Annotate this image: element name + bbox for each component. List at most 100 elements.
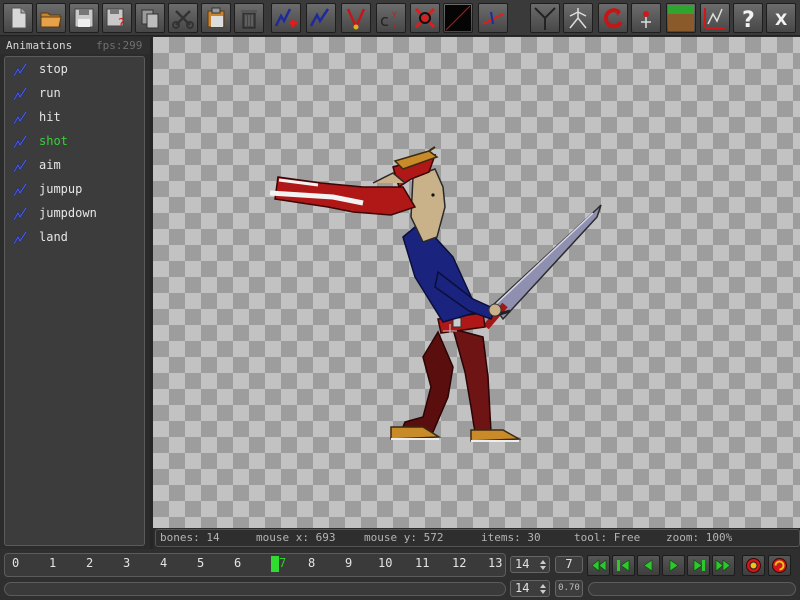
total-frames-spinner[interactable]: 14 (510, 556, 550, 573)
paste-button[interactable] (201, 3, 231, 33)
prev-frame-icon (643, 559, 653, 572)
animations-header: Animations fps:299 (0, 37, 153, 54)
delete-bone-icon (414, 7, 436, 29)
mouse-y-readout: mouse y: 572 (364, 531, 444, 544)
timeline-tick[interactable]: 1 (49, 556, 56, 570)
skeleton-button[interactable] (563, 3, 593, 33)
timeline-tick[interactable]: 8 (308, 556, 315, 570)
animation-item-land[interactable]: land (9, 227, 141, 249)
animation-icon (13, 135, 27, 149)
rewind-start-button[interactable] (587, 555, 610, 576)
black-swatch-icon (445, 5, 471, 31)
current-frame-field[interactable]: 7 (555, 556, 583, 573)
save-button[interactable] (69, 3, 99, 33)
back-leg[interactable] (399, 330, 454, 433)
line-button[interactable] (478, 3, 508, 33)
tile-button[interactable] (666, 3, 696, 33)
fast-forward-icon (715, 559, 731, 572)
spinner-up-icon[interactable] (540, 584, 546, 588)
total-frames-value: 14 (515, 557, 530, 571)
pin-icon (641, 11, 651, 28)
timeline-tick[interactable]: 4 (160, 556, 167, 570)
scissors-icon (172, 10, 194, 29)
editor-canvas[interactable] (153, 37, 800, 528)
close-button[interactable]: X (766, 3, 796, 33)
animation-icon (13, 111, 27, 125)
timeline-tick[interactable]: 6 (234, 556, 241, 570)
skeleton-icon (569, 8, 587, 29)
record-button[interactable] (742, 555, 765, 576)
animation-item-hit[interactable]: hit (9, 107, 141, 129)
prev-key-button[interactable] (612, 555, 635, 576)
character-figure[interactable] (153, 37, 800, 528)
spinner-down-icon[interactable] (540, 566, 546, 570)
rotate-icon (603, 8, 623, 29)
animation-label: jumpdown (39, 206, 97, 220)
add-animation-icon (274, 8, 297, 27)
timeline-tick-current[interactable]: 7 (279, 556, 286, 570)
speed-slider[interactable] (588, 582, 796, 596)
rotate-button[interactable] (598, 3, 628, 33)
fast-forward-button[interactable] (712, 555, 735, 576)
play-button[interactable] (662, 555, 685, 576)
spinner-down-icon[interactable] (540, 590, 546, 594)
paste-icon (207, 7, 225, 28)
animation-icon (309, 8, 330, 27)
svg-text:c: c (380, 11, 389, 30)
graph-button[interactable] (700, 3, 730, 33)
timeline-tick[interactable]: 5 (197, 556, 204, 570)
bone-tool-button[interactable] (341, 3, 371, 33)
front-shoe[interactable] (470, 429, 522, 442)
grass-tile-icon (668, 5, 694, 31)
tool-readout: tool: Free (574, 531, 641, 544)
timeline-scrollbar[interactable] (4, 582, 506, 596)
svg-text:?: ? (742, 8, 755, 32)
playhead[interactable] (271, 556, 279, 572)
timeline-tick[interactable]: 0 (12, 556, 19, 570)
spinner-up-icon[interactable] (540, 560, 546, 564)
timeline-tick[interactable]: 3 (123, 556, 130, 570)
color-button[interactable] (443, 3, 473, 33)
animation-item-jumpdown[interactable]: jumpdown (9, 203, 141, 225)
new-file-button[interactable] (3, 3, 33, 33)
save-as-button[interactable]: ? (102, 3, 132, 33)
animation-label: aim (39, 158, 61, 172)
timeline-tick[interactable]: 12 (452, 556, 466, 570)
speed-field[interactable]: 0.70 (555, 580, 583, 597)
timeline-tick[interactable]: 10 (378, 556, 392, 570)
timeline-tick[interactable]: 9 (345, 556, 352, 570)
animation-label: hit (39, 110, 61, 124)
copy-button[interactable] (135, 3, 165, 33)
pin-button[interactable] (631, 3, 661, 33)
help-button[interactable]: ? (733, 3, 763, 33)
fps-counter: fps:299 (96, 39, 143, 52)
copy-xy-button[interactable]: cyx (376, 3, 406, 33)
delete-bone-button[interactable] (410, 3, 440, 33)
sword[interactable] (483, 204, 602, 330)
next-frame-button[interactable] (687, 555, 710, 576)
length-spinner[interactable]: 14 (510, 580, 550, 597)
animation-item-run[interactable]: run (9, 83, 141, 105)
loop-button[interactable] (768, 555, 791, 576)
trash-icon (241, 10, 257, 29)
animation-item-jumpup[interactable]: jumpup (9, 179, 141, 201)
timeline-tick[interactable]: 11 (415, 556, 429, 570)
animation-item-shot[interactable]: shot (9, 131, 141, 153)
animation-button[interactable] (306, 3, 336, 33)
add-animation-button[interactable] (271, 3, 301, 33)
prev-frame-button[interactable] (637, 555, 660, 576)
extended-arm[interactable] (269, 172, 417, 216)
timeline-tick[interactable]: 2 (86, 556, 93, 570)
delete-button[interactable] (234, 3, 264, 33)
front-leg[interactable] (451, 327, 492, 434)
timeline[interactable]: 0 1 2 3 4 5 6 7 8 9 10 11 12 13 (4, 553, 506, 577)
open-button[interactable] (36, 3, 66, 33)
svg-text:?: ? (118, 17, 125, 32)
animation-item-stop[interactable]: stop (9, 59, 141, 81)
timeline-tick[interactable]: 13 (488, 556, 502, 570)
cut-button[interactable] (168, 3, 198, 33)
animation-item-aim[interactable]: aim (9, 155, 141, 177)
copy-xy-icon: c yx (380, 9, 397, 30)
mirror-button[interactable] (530, 3, 560, 33)
save-icon (74, 8, 94, 28)
